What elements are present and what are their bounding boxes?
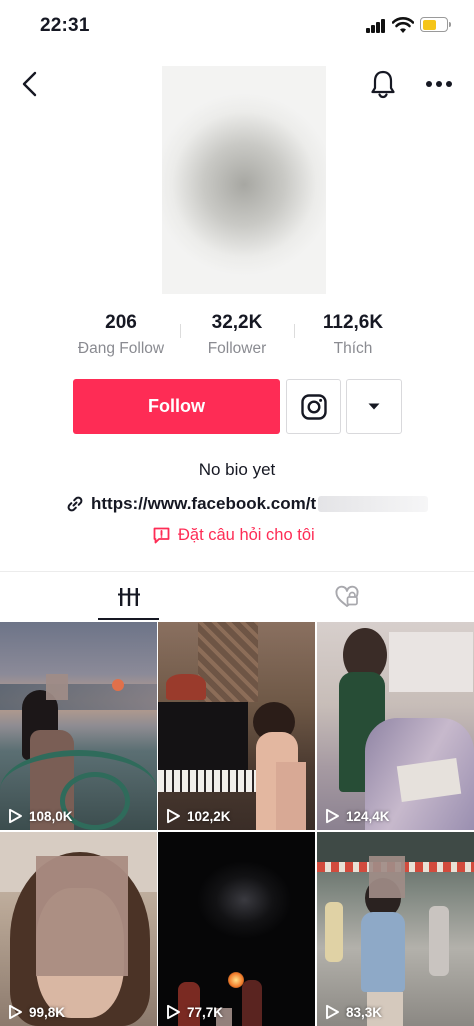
link-redaction — [318, 496, 429, 512]
tab-active-indicator — [98, 618, 159, 620]
wifi-icon — [392, 17, 414, 33]
view-count-value: 108,0K — [29, 808, 73, 824]
following-count: 206 — [105, 312, 137, 333]
link-icon — [67, 496, 83, 512]
video-thumbnail[interactable]: 102,2K — [158, 622, 315, 830]
video-thumbnail[interactable]: 124,4K — [317, 622, 474, 830]
suggested-accounts-button[interactable] — [346, 379, 402, 434]
view-count-value: 124,4K — [346, 808, 390, 824]
instagram-button[interactable] — [286, 379, 341, 434]
view-count-value: 99,8K — [29, 1004, 66, 1020]
stat-followers[interactable]: 32,2K Follower — [182, 312, 292, 358]
play-icon — [9, 808, 22, 824]
tab-liked-videos[interactable] — [316, 572, 377, 621]
video-thumbnail[interactable]: 99,8K — [0, 832, 157, 1026]
question-icon — [153, 527, 170, 543]
battery-tip — [449, 22, 451, 27]
status-bar: 22:31 — [0, 0, 474, 52]
play-icon — [326, 1004, 339, 1020]
play-icon — [167, 808, 180, 824]
chevron-down-icon — [368, 403, 380, 410]
signal-icon — [366, 19, 386, 33]
likes-label: Thích — [333, 340, 373, 357]
followers-count: 32,2K — [211, 312, 263, 333]
stat-following[interactable]: 206 Đang Follow — [66, 312, 176, 358]
back-icon[interactable] — [18, 70, 42, 98]
view-count: 99,8K — [8, 1004, 65, 1020]
tabs-divider — [0, 571, 474, 572]
tab-videos[interactable] — [98, 572, 159, 621]
view-count-value: 77,7K — [187, 1004, 224, 1020]
ask-question-label: Đặt câu hỏi cho tôi — [178, 525, 315, 544]
video-thumbnail[interactable]: 108,0K — [0, 622, 157, 830]
play-icon — [9, 1004, 22, 1020]
following-label: Đang Follow — [77, 340, 165, 357]
liked-videos-icon — [335, 585, 358, 607]
video-thumbnail[interactable]: 77,7K — [158, 832, 315, 1026]
battery-icon — [420, 17, 448, 32]
view-count: 83,3K — [325, 1004, 382, 1020]
followers-label: Follower — [207, 340, 267, 357]
profile-link[interactable]: https://www.facebook.com/t — [66, 492, 429, 516]
view-count-value: 102,2K — [187, 808, 231, 824]
view-count: 124,4K — [325, 808, 390, 824]
avatar[interactable] — [162, 66, 326, 294]
more-icon[interactable] — [425, 80, 453, 88]
follow-button[interactable]: Follow — [73, 379, 280, 434]
video-thumbnail[interactable]: 83,3K — [317, 832, 474, 1026]
ask-question-link[interactable]: Đặt câu hỏi cho tôi — [152, 523, 315, 547]
likes-count: 112,6K — [322, 312, 384, 333]
view-count: 102,2K — [166, 808, 231, 824]
view-count: 108,0K — [8, 808, 73, 824]
stat-divider — [180, 324, 181, 338]
stat-likes[interactable]: 112,6K Thích — [298, 312, 408, 358]
bio: No bio yet — [198, 460, 276, 479]
link-text: https://www.facebook.com/t — [91, 494, 317, 513]
status-time: 22:31 — [40, 15, 90, 36]
instagram-icon — [300, 393, 327, 420]
view-count: 77,7K — [166, 1004, 223, 1020]
stat-divider — [294, 324, 295, 338]
play-icon — [326, 808, 339, 824]
view-count-value: 83,3K — [346, 1004, 383, 1020]
bell-icon[interactable] — [369, 69, 397, 99]
grid-icon — [117, 587, 140, 606]
play-icon — [167, 1004, 180, 1020]
